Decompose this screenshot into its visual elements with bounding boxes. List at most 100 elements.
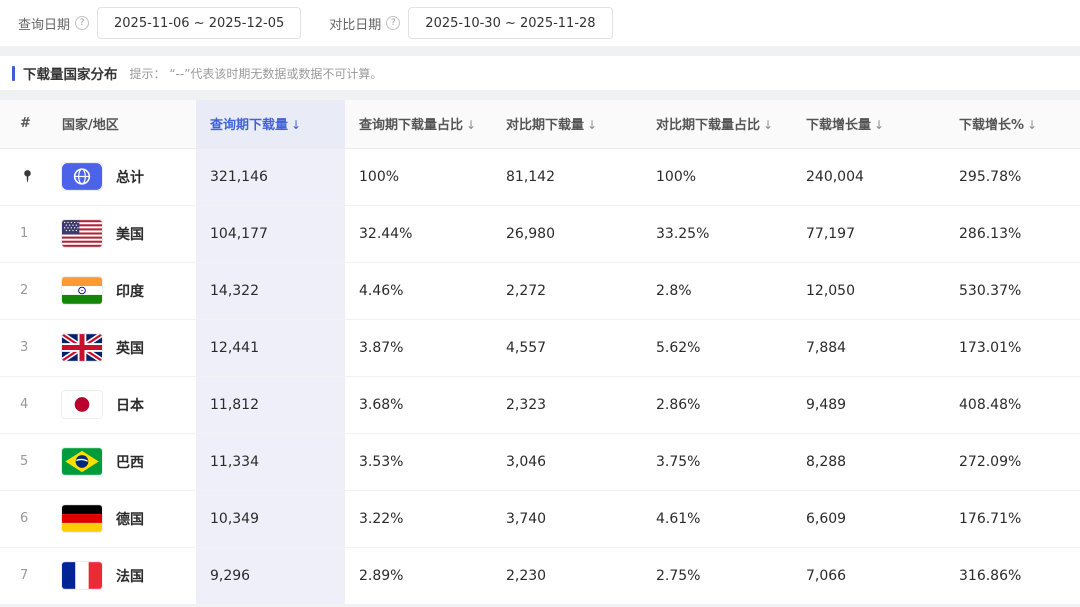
country-cell: 英国 [48, 319, 196, 376]
compare-downloads-cell: 2,323 [492, 376, 642, 433]
section-header: 下载量国家分布 提示： “--”代表该时期无数据或数据不可计算。 [0, 56, 1080, 90]
compare-downloads-cell: 2,230 [492, 547, 642, 604]
sort-desc-icon: ↓ [874, 118, 884, 132]
header-row: #国家/地区查询期下载量↓查询期下载量占比↓对比期下载量↓对比期下载量占比↓下载… [0, 100, 1080, 148]
table-row: 2印度14,3224.46%2,2722.8%12,050530.37% [0, 262, 1080, 319]
growth-cell: 240,004 [792, 148, 945, 205]
growth-pct-cell: 286.13% [945, 205, 1080, 262]
query-downloads-cell: 11,812 [196, 376, 345, 433]
sort-desc-icon: ↓ [587, 118, 597, 132]
country-cell: 美国 [48, 205, 196, 262]
column-header-growth[interactable]: 下载增长量↓ [792, 100, 945, 148]
table-row: 5巴西11,3343.53%3,0463.75%8,288272.09% [0, 433, 1080, 490]
growth-cell: 9,489 [792, 376, 945, 433]
compare-share-cell: 33.25% [642, 205, 792, 262]
rank-cell: 6 [0, 490, 48, 547]
column-header-compare-share[interactable]: 对比期下载量占比↓ [642, 100, 792, 148]
country-name: 德国 [116, 509, 144, 529]
growth-pct-cell: 295.78% [945, 148, 1080, 205]
country-name: 美国 [116, 224, 144, 244]
query-share-cell: 100% [345, 148, 492, 205]
country-cell: 日本 [48, 376, 196, 433]
query-date-label: 查询日期 [18, 14, 70, 33]
query-date-filter: 查询日期 ? 2025-11-06 ~ 2025-12-05 [18, 7, 301, 39]
in-flag-icon [62, 277, 102, 304]
growth-cell: 6,609 [792, 490, 945, 547]
growth-pct-cell: 173.01% [945, 319, 1080, 376]
column-header-country: 国家/地区 [48, 100, 196, 148]
de-flag-icon [62, 505, 102, 532]
country-cell: 德国 [48, 490, 196, 547]
compare-downloads-cell: 81,142 [492, 148, 642, 205]
rank-cell: 2 [0, 262, 48, 319]
query-downloads-cell: 12,441 [196, 319, 345, 376]
table-body: 总计321,146100%81,142100%240,004295.78%1美国… [0, 148, 1080, 604]
column-header-label: 对比期下载量 [506, 118, 584, 133]
filter-bar: 查询日期 ? 2025-11-06 ~ 2025-12-05 对比日期 ? 20… [0, 0, 1080, 46]
compare-date-range-input[interactable]: 2025-10-30 ~ 2025-11-28 [408, 7, 612, 39]
query-downloads-cell: 14,322 [196, 262, 345, 319]
country-downloads-table-card: #国家/地区查询期下载量↓查询期下载量占比↓对比期下载量↓对比期下载量占比↓下载… [0, 100, 1080, 605]
compare-share-cell: 3.75% [642, 433, 792, 490]
country-name: 英国 [116, 338, 144, 358]
br-flag-icon [62, 448, 102, 475]
us-flag-icon [62, 220, 102, 247]
table-row: 4日本11,8123.68%2,3232.86%9,489408.48% [0, 376, 1080, 433]
rank-cell: 3 [0, 319, 48, 376]
compare-downloads-cell: 26,980 [492, 205, 642, 262]
query-share-cell: 3.22% [345, 490, 492, 547]
query-date-range-input[interactable]: 2025-11-06 ~ 2025-12-05 [97, 7, 301, 39]
rank-cell: 5 [0, 433, 48, 490]
compare-share-cell: 2.75% [642, 547, 792, 604]
section-accent-bar [12, 66, 15, 81]
compare-downloads-cell: 4,557 [492, 319, 642, 376]
compare-share-cell: 5.62% [642, 319, 792, 376]
country-name: 日本 [116, 395, 144, 415]
growth-pct-cell: 408.48% [945, 376, 1080, 433]
growth-pct-cell: 272.09% [945, 433, 1080, 490]
country-downloads-table: #国家/地区查询期下载量↓查询期下载量占比↓对比期下载量↓对比期下载量占比↓下载… [0, 100, 1080, 605]
compare-share-cell: 2.8% [642, 262, 792, 319]
query-downloads-cell: 104,177 [196, 205, 345, 262]
query-downloads-cell: 9,296 [196, 547, 345, 604]
query-downloads-cell: 11,334 [196, 433, 345, 490]
query-downloads-cell: 321,146 [196, 148, 345, 205]
country-cell: 总计 [48, 148, 196, 205]
query-share-cell: 3.68% [345, 376, 492, 433]
query-share-cell: 3.87% [345, 319, 492, 376]
growth-cell: 12,050 [792, 262, 945, 319]
growth-pct-cell: 316.86% [945, 547, 1080, 604]
column-header-label: # [20, 116, 31, 131]
compare-downloads-cell: 3,740 [492, 490, 642, 547]
country-name: 印度 [116, 281, 144, 301]
column-header-label: 下载增长% [959, 118, 1024, 133]
country-cell: 法国 [48, 547, 196, 604]
globe-icon [62, 163, 102, 190]
query-downloads-cell: 10,349 [196, 490, 345, 547]
compare-date-help-icon[interactable]: ? [386, 16, 400, 30]
query-date-help-icon[interactable]: ? [75, 16, 89, 30]
column-header-growth-pct[interactable]: 下载增长%↓ [945, 100, 1080, 148]
column-header-rank: # [0, 100, 48, 148]
column-header-query-share[interactable]: 查询期下载量占比↓ [345, 100, 492, 148]
growth-cell: 7,066 [792, 547, 945, 604]
country-cell: 巴西 [48, 433, 196, 490]
rank-cell: 1 [0, 205, 48, 262]
table-row: 3英国12,4413.87%4,5575.62%7,884173.01% [0, 319, 1080, 376]
column-header-label: 对比期下载量占比 [656, 118, 760, 133]
country-name: 法国 [116, 566, 144, 586]
compare-date-filter: 对比日期 ? 2025-10-30 ~ 2025-11-28 [329, 7, 612, 39]
query-share-cell: 32.44% [345, 205, 492, 262]
sort-desc-icon: ↓ [466, 118, 476, 132]
column-header-label: 下载增长量 [806, 118, 871, 133]
table-row: 6德国10,3493.22%3,7404.61%6,609176.71% [0, 490, 1080, 547]
column-header-label: 国家/地区 [62, 118, 119, 133]
column-header-label: 查询期下载量占比 [359, 118, 463, 133]
rank-cell: 7 [0, 547, 48, 604]
column-header-compare-downloads[interactable]: 对比期下载量↓ [492, 100, 642, 148]
query-share-cell: 4.46% [345, 262, 492, 319]
table-row: 总计321,146100%81,142100%240,004295.78% [0, 148, 1080, 205]
query-share-cell: 3.53% [345, 433, 492, 490]
column-header-query-downloads[interactable]: 查询期下载量↓ [196, 100, 345, 148]
sort-desc-icon: ↓ [291, 118, 301, 132]
